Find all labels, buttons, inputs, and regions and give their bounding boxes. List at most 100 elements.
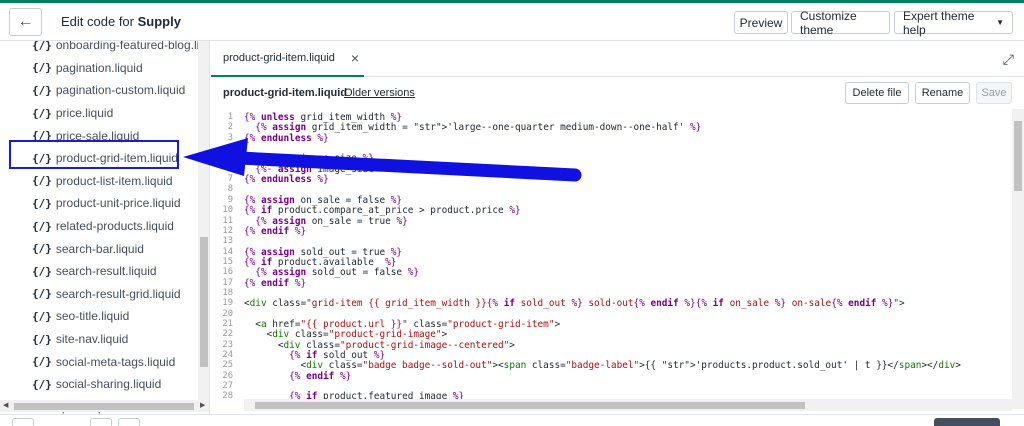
line-number: 24 bbox=[222, 350, 233, 361]
file-item-label: price.liquid bbox=[55, 106, 114, 121]
line-number: 26 bbox=[222, 370, 233, 381]
file-item[interactable]: {/} pagination-custom.liquid bbox=[0, 79, 200, 102]
file-item[interactable]: {/} search-result-grid.liquid bbox=[0, 283, 200, 306]
bottom-button-3[interactable] bbox=[118, 418, 140, 426]
line-source: {% assign sold_out = false %} bbox=[255, 267, 420, 279]
tab-bar: product-grid-item.liquid × ⤢ bbox=[211, 41, 1024, 77]
line-number: 4 bbox=[227, 143, 233, 154]
line-number: 10 bbox=[222, 205, 233, 216]
scroll-right-icon[interactable]: ▶ bbox=[200, 401, 205, 409]
file-item[interactable]: {/} price.liquid bbox=[0, 102, 200, 125]
customize-theme-button[interactable]: Customize theme bbox=[791, 9, 890, 37]
file-item[interactable]: {/} social-meta-tags.liquid bbox=[0, 350, 200, 373]
expand-icon[interactable]: ⤢ bbox=[1003, 51, 1014, 68]
line-number: 22 bbox=[222, 329, 233, 340]
line-source: {% assign grid_item_width = "str">'large… bbox=[255, 122, 702, 134]
line-number: 21 bbox=[222, 319, 233, 329]
bottom-button-2[interactable] bbox=[90, 418, 112, 426]
line-number: 1 bbox=[227, 112, 233, 122]
scroll-left-icon[interactable]: ◀ bbox=[3, 401, 8, 409]
top-bar: ← Edit code for Supply Preview Customize… bbox=[0, 0, 1024, 41]
line-number: 18 bbox=[222, 287, 233, 298]
highlight-box bbox=[9, 140, 179, 169]
line-source: {% if sold_out %} bbox=[289, 350, 386, 362]
line-source: {% endif %} bbox=[244, 225, 307, 237]
tab-product-grid-item[interactable]: product-grid-item.liquid × bbox=[211, 41, 364, 77]
file-item-label: site-nav.liquid bbox=[55, 332, 129, 347]
preview-button[interactable]: Preview bbox=[734, 11, 788, 34]
back-button[interactable]: ← bbox=[9, 8, 42, 36]
line-source: {% endif %} bbox=[289, 370, 352, 382]
file-item-label: search-bar.liquid bbox=[55, 241, 144, 256]
liquid-file-icon: {/} bbox=[32, 61, 52, 75]
file-item-label: social-meta-tags.liquid bbox=[55, 354, 176, 369]
file-item-label: related-products.liquid bbox=[55, 219, 174, 234]
line-number: 11 bbox=[222, 215, 233, 226]
bottom-button-1[interactable] bbox=[12, 418, 34, 426]
line-source: {% assign on_sale = false %} bbox=[244, 194, 403, 206]
file-item[interactable]: {/} seo-title.liquid bbox=[0, 305, 200, 328]
file-item[interactable]: {/} social-sharing.liquid bbox=[0, 373, 200, 396]
rename-button[interactable]: Rename bbox=[915, 82, 970, 104]
delete-file-button[interactable]: Delete file bbox=[845, 82, 909, 104]
line-source: {% unless grid_item_width %} bbox=[244, 112, 403, 123]
file-item[interactable]: {/} pagination.liquid bbox=[0, 57, 200, 80]
line-number: 25 bbox=[222, 360, 233, 371]
line-source: {% endif %} bbox=[244, 277, 307, 289]
line-source: {% assign on_sale = true %} bbox=[255, 215, 408, 227]
line-number: 9 bbox=[227, 194, 233, 205]
liquid-file-icon: {/} bbox=[32, 242, 52, 256]
line-source: <a href="{{ product.url }}" class="produ… bbox=[244, 319, 561, 330]
line-number: 28 bbox=[222, 391, 233, 401]
liquid-file-icon: {/} bbox=[32, 287, 52, 301]
line-source: {% if product.compare_at_price > product… bbox=[244, 205, 521, 217]
code-vertical-thumb[interactable] bbox=[1014, 121, 1022, 191]
file-item-label: seo-title.liquid bbox=[55, 309, 130, 324]
caret-down-icon: ▼ bbox=[996, 18, 1004, 27]
page-title: Edit code for Supply bbox=[61, 14, 181, 29]
line-source: <div class="grid-item {{ grid_item_width… bbox=[244, 298, 905, 310]
line-number: 6 bbox=[227, 163, 233, 174]
line-number: 16 bbox=[222, 267, 233, 278]
expert-theme-help-button[interactable]: Expert theme help ▼ bbox=[894, 9, 1013, 37]
liquid-file-icon: {/} bbox=[32, 355, 52, 369]
arrow-left-icon: ← bbox=[17, 13, 34, 30]
line-source: {% endunless %} bbox=[244, 174, 329, 186]
file-list: {/} onboarding-featured-blog.liquid {/} pag… bbox=[0, 41, 209, 418]
file-item[interactable]: {/} product-list-item.liquid bbox=[0, 170, 200, 193]
line-source: <div class="product-grid-image"> bbox=[244, 329, 448, 341]
code-area[interactable]: 1 {% unless grid_item_width %} 2 {% assign… bbox=[211, 109, 1024, 401]
file-item-label: search-result.liquid bbox=[55, 264, 157, 279]
sidebar-horizontal-thumb[interactable] bbox=[14, 403, 194, 410]
file-item[interactable]: {/} related-products.liquid bbox=[0, 215, 200, 238]
liquid-file-icon: {/} bbox=[32, 83, 52, 97]
line-source: <div class="badge badge--sold-out"><span… bbox=[244, 360, 961, 372]
line-number: 27 bbox=[222, 381, 233, 392]
line-number: 7 bbox=[227, 174, 233, 185]
liquid-file-icon: {/} bbox=[32, 309, 52, 323]
file-item[interactable]: {/} product-unit-price.liquid bbox=[0, 192, 200, 215]
liquid-file-icon: {/} bbox=[32, 219, 52, 233]
line-number: 17 bbox=[222, 277, 233, 288]
code-editor-panel: product-grid-item.liquid × ⤢ product-gri… bbox=[211, 41, 1024, 426]
line-number: 13 bbox=[222, 236, 233, 247]
older-versions-link[interactable]: Older versions bbox=[344, 87, 415, 99]
file-item[interactable]: {/} site-nav.liquid bbox=[0, 328, 200, 351]
bottom-dark-button[interactable] bbox=[934, 418, 1000, 426]
line-number: 5 bbox=[227, 153, 233, 164]
file-item[interactable]: {/} search-bar.liquid bbox=[0, 237, 200, 260]
sidebar-scroll-thumb[interactable] bbox=[200, 237, 208, 367]
file-item-label: pagination.liquid bbox=[55, 60, 143, 75]
close-icon[interactable]: × bbox=[351, 50, 359, 66]
save-button[interactable]: Save bbox=[976, 82, 1012, 104]
line-number: 3 bbox=[227, 132, 233, 143]
line-source: {%- assign image_size = "str">'600x600' … bbox=[255, 163, 499, 175]
bottom-bar bbox=[0, 414, 1024, 426]
file-item-label: pagination-custom.liquid bbox=[55, 83, 186, 98]
code-horizontal-thumb[interactable] bbox=[255, 402, 805, 409]
file-item[interactable]: {/} search-result.liquid bbox=[0, 260, 200, 283]
line-number: 23 bbox=[222, 339, 233, 350]
liquid-file-icon: {/} bbox=[32, 377, 52, 391]
file-item[interactable]: {/} onboarding-featured-blog.liquid bbox=[0, 41, 209, 57]
line-source: {% if product.available %} bbox=[244, 256, 397, 268]
